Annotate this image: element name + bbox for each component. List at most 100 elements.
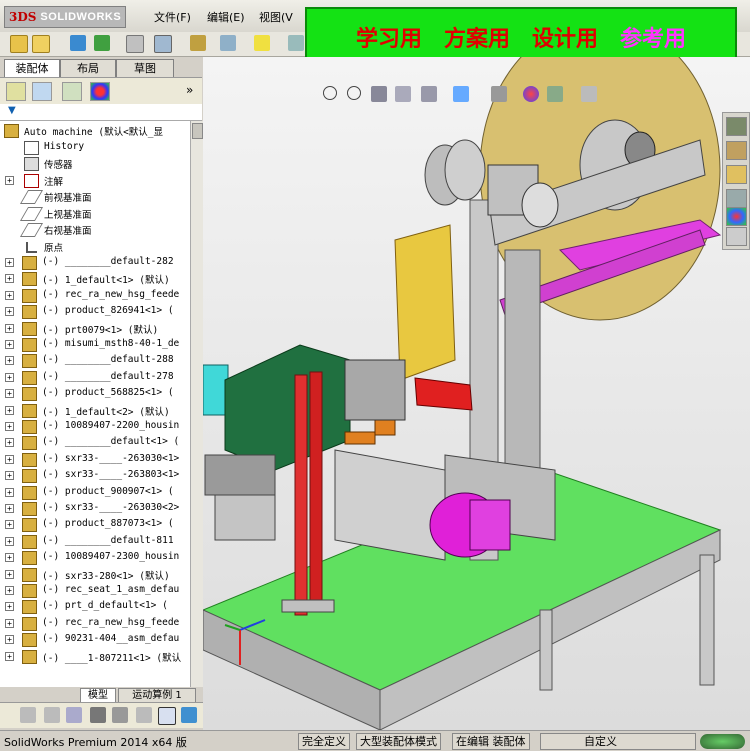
file-explorer-icon[interactable]	[726, 165, 747, 184]
tree-component[interactable]: + (-) 1_default<1> (默认)	[0, 271, 190, 287]
expand-icon[interactable]: +	[5, 602, 14, 612]
tree-component[interactable]: + (-) product_900907<1> (	[0, 485, 190, 501]
expand-icon[interactable]: +	[5, 356, 14, 366]
appearances-icon[interactable]	[726, 207, 747, 226]
expand-icon[interactable]: +	[5, 422, 14, 431]
expand-icon[interactable]: +	[5, 586, 14, 595]
scroll-thumb[interactable]	[192, 123, 203, 139]
normal-view-icon[interactable]	[158, 707, 176, 725]
expand-icon[interactable]: +	[5, 536, 14, 546]
display-style-dropdown-icon[interactable]	[453, 86, 469, 102]
insert-component-icon[interactable]	[126, 35, 144, 53]
section-icon[interactable]	[395, 86, 411, 102]
tree-item-history[interactable]: History	[0, 140, 190, 156]
mate-icon[interactable]	[154, 35, 172, 53]
view-palette-icon[interactable]	[726, 189, 747, 208]
expand-icon[interactable]: +	[5, 405, 14, 415]
assembly-icon[interactable]	[190, 35, 206, 51]
expand-icon[interactable]: +	[5, 290, 14, 300]
tree-component[interactable]: + (-) 10089407-2200_housin	[0, 419, 190, 435]
tab-model[interactable]: 模型	[80, 688, 116, 703]
tree-component[interactable]: + (-) 90231-404__asm_defau	[0, 632, 190, 648]
expand-icon[interactable]: +	[5, 487, 14, 497]
hide-show-icon[interactable]	[491, 86, 507, 102]
status-mode[interactable]: 大型装配体模式	[356, 733, 441, 750]
tree-component[interactable]: + (-) ________default<1> (	[0, 435, 190, 451]
expand-icon[interactable]: +	[5, 340, 14, 349]
tree-item-right-plane[interactable]: 右视基准面	[0, 222, 190, 238]
menu-view[interactable]: 视图(V	[259, 9, 293, 25]
pencil-icon[interactable]	[70, 35, 86, 51]
design-library-icon[interactable]	[726, 141, 747, 160]
display-style-icon[interactable]	[66, 707, 82, 723]
tree-component[interactable]: + (-) product_568825<1> (	[0, 386, 190, 402]
tree-component[interactable]: + (-) ________default-288	[0, 353, 190, 369]
previous-view-icon[interactable]	[371, 86, 387, 102]
smart-fastener-icon[interactable]	[254, 35, 270, 51]
graphics-area[interactable]	[203, 57, 750, 730]
menu-file[interactable]: 文件(F)	[154, 9, 191, 25]
expand-icon[interactable]: +	[5, 553, 14, 563]
feature-tree[interactable]: Auto machine (默认<默认_显 History 传感器 + 注解 前…	[0, 121, 190, 687]
tree-component[interactable]: + (-) rec_seat_1_asm_defau	[0, 583, 190, 599]
tree-component[interactable]: + (-) misumi_msth8-40-1_de	[0, 337, 190, 353]
property-manager-icon[interactable]	[32, 82, 52, 101]
tree-component[interactable]: + (-) product_887073<1> (	[0, 517, 190, 533]
status-custom[interactable]: 自定义	[540, 733, 696, 750]
expand-icon[interactable]: +	[5, 471, 14, 481]
open-icon[interactable]	[32, 35, 50, 53]
scene-icon[interactable]	[547, 86, 563, 102]
tree-component[interactable]: + (-) product_826941<1> (	[0, 304, 190, 320]
custom-properties-icon[interactable]	[726, 227, 747, 246]
view-orient-icon[interactable]	[20, 707, 36, 723]
tree-component[interactable]: + (-) 1_default<2> (默认)	[0, 403, 190, 419]
tab-sketch[interactable]: 草图	[116, 59, 174, 77]
menu-edit[interactable]: 编辑(E)	[207, 9, 245, 25]
tree-item-origin[interactable]: 原点	[0, 239, 190, 255]
tree-item-front-plane[interactable]: 前视基准面	[0, 189, 190, 205]
tree-component[interactable]: + (-) sxr33-____-263803<1>	[0, 468, 190, 484]
assembly-model[interactable]	[203, 57, 750, 730]
expand-icon[interactable]: +	[5, 520, 14, 530]
list-icon[interactable]	[90, 707, 106, 723]
tab-layout[interactable]: 布局	[60, 59, 116, 77]
globe-icon[interactable]	[700, 734, 745, 749]
resources-icon[interactable]	[726, 117, 747, 136]
shaded-view-icon[interactable]	[181, 707, 197, 723]
expand-icon[interactable]: +	[5, 569, 14, 579]
tree-component[interactable]: + (-) sxr33-____-263030<1>	[0, 452, 190, 468]
expand-icon[interactable]: +	[5, 389, 14, 399]
tree-item-sensors[interactable]: 传感器	[0, 156, 190, 172]
tree-component[interactable]: + (-) 10089407-2300_housin	[0, 550, 190, 566]
new-icon[interactable]	[10, 35, 28, 53]
expand-icon[interactable]: +	[5, 176, 14, 185]
tab-assembly[interactable]: 装配体	[4, 59, 60, 77]
tree-item-annotations[interactable]: + 注解	[0, 173, 190, 189]
tree-component[interactable]: + (-) ________default-282	[0, 255, 190, 271]
view-settings-icon[interactable]	[581, 86, 597, 102]
split-view-icon[interactable]	[136, 707, 152, 723]
tree-root[interactable]: Auto machine (默认<默认_显	[0, 123, 190, 139]
filter-bar[interactable]: ▼	[0, 104, 202, 121]
tree-component[interactable]: + (-) rec_ra_new_hsg_feede	[0, 616, 190, 632]
tree-component[interactable]: + (-) sxr33-____-263030<2>	[0, 501, 190, 517]
tree-component[interactable]: + (-) rec_ra_new_hsg_feede	[0, 288, 190, 304]
move-component-icon[interactable]	[220, 35, 236, 51]
expand-icon[interactable]: +	[5, 618, 14, 628]
tree-component[interactable]: + (-) ____1-807211<1> (默认	[0, 649, 190, 665]
expand-icon[interactable]: +	[5, 323, 14, 333]
expand-icon[interactable]: +	[5, 274, 14, 284]
solidworks-logo[interactable]: 3DS SOLIDWORKS	[4, 6, 126, 28]
display-manager-icon[interactable]	[90, 82, 110, 101]
configuration-manager-icon[interactable]	[62, 82, 82, 101]
feature-manager-icon[interactable]	[6, 82, 26, 101]
expand-icon[interactable]: +	[5, 307, 14, 317]
tree-component[interactable]: + (-) prt0079<1> (默认)	[0, 321, 190, 337]
expand-icon[interactable]: +	[5, 454, 14, 464]
tree-component[interactable]: + (-) ________default-811	[0, 534, 190, 550]
tree-item-top-plane[interactable]: 上视基准面	[0, 206, 190, 222]
grid-icon[interactable]	[112, 707, 128, 723]
tree-component[interactable]: + (-) prt_d_default<1> (	[0, 599, 190, 615]
expand-pane-icon[interactable]: »	[186, 83, 193, 97]
tree-component[interactable]: + (-) ________default-278	[0, 370, 190, 386]
